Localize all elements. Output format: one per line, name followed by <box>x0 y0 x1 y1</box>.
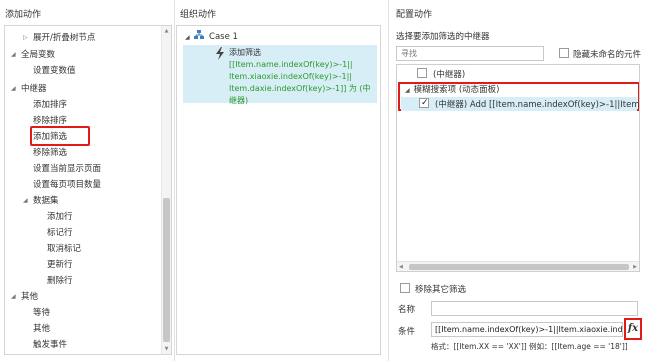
collapse-arrow-icon[interactable]: ◢ <box>11 290 16 304</box>
format-hint: 格式：[[Item.XX == 'XX']] 例如：[[Item.age == … <box>431 342 628 351</box>
action-text: 添加筛选 [[Item.name.indexOf(key)>-1|| Item.… <box>229 48 371 105</box>
action-list[interactable]: ◢ Case 1 添加筛选 [[Item.name.indexOf(key)>-… <box>176 25 381 355</box>
tree-item-add-sort[interactable]: 添加排序 <box>33 98 67 112</box>
collapse-arrow-icon[interactable]: ◢ <box>23 194 28 208</box>
tree-item-mark-row[interactable]: 标记行 <box>47 226 73 240</box>
tree-item-set-current-page[interactable]: 设置当前显示页面 <box>33 162 101 176</box>
collapse-arrow-icon[interactable]: ◢ <box>11 48 16 62</box>
tree-item-add-row[interactable]: 添加行 <box>47 210 73 224</box>
remove-other-filters-label: 移除其它筛选 <box>415 285 467 295</box>
lightning-icon <box>216 47 224 60</box>
tree-item-unmark[interactable]: 取消标记 <box>47 242 81 256</box>
tree-item-wait[interactable]: 等待 <box>33 306 50 320</box>
fx-button[interactable]: fx <box>624 318 642 340</box>
condition-field[interactable]: [[Item.name.indexOf(key)>-1||Item.xiaoxi… <box>431 322 623 337</box>
case-row[interactable]: ◢ Case 1 <box>185 30 238 44</box>
remove-other-filters-checkbox[interactable] <box>400 283 410 293</box>
collapse-arrow-icon[interactable]: ◢ <box>11 82 16 96</box>
scrollbar-thumb[interactable] <box>163 198 170 342</box>
action-tree[interactable]: ▷ 展开/折叠树节点 ◢ 全局变数 设置变数值 ◢ 中继器 添加排序 移除排序 … <box>4 25 172 355</box>
tree-group-other[interactable]: ◢ 其他 <box>11 290 38 304</box>
list-row-selected-repeater[interactable]: (中继器) Add [[Item.name.indexOf(key)>-1||I… <box>401 96 639 111</box>
add-filter-highlight <box>30 126 90 146</box>
hide-unnamed-label: 隐藏未命名的元件 <box>573 50 642 60</box>
repeater-checkbox[interactable] <box>417 68 427 78</box>
selected-repeater-checkbox[interactable] <box>419 96 429 110</box>
case-label: Case 1 <box>209 32 238 42</box>
action-item-add-filter[interactable]: 添加筛选 [[Item.name.indexOf(key)>-1|| Item.… <box>183 45 377 105</box>
tree-item-update-row[interactable]: 更新行 <box>47 258 73 272</box>
tree-item-expand-collapse[interactable]: ▷ 展开/折叠树节点 <box>23 31 95 45</box>
divider <box>174 0 175 361</box>
hide-unnamed-checkbox[interactable] <box>559 48 569 58</box>
tree-item-fire-event[interactable]: 触发事件 <box>33 338 67 352</box>
tree-item-remove-filter[interactable]: 移除筛选 <box>33 146 67 160</box>
scroll-left-icon[interactable]: ◀ <box>399 262 403 271</box>
action-prefix: 添加筛选 <box>229 48 261 57</box>
tree-group-global-variables[interactable]: ◢ 全局变数 <box>11 48 55 62</box>
configure-action-panel: 配置动作 选择要添加筛选的中继器 隐藏未命名的元件 (中继器) ◢模糊搜索项 (… <box>391 0 647 361</box>
hscrollbar-thumb[interactable] <box>409 264 629 270</box>
list-hscrollbar[interactable]: ◀ ▶ <box>397 261 639 271</box>
name-label: 名称 <box>398 305 416 315</box>
tree-scrollbar[interactable]: ▲ ▼ <box>161 26 171 354</box>
tree-item-set-items-per-page[interactable]: 设置每页项目数量 <box>33 178 101 192</box>
organize-action-panel: 组织动作 ◢ Case 1 添加筛选 [[Item.name.indexOf(k… <box>176 0 386 361</box>
tree-item-other[interactable]: 其他 <box>33 322 50 336</box>
collapse-arrow-icon[interactable]: ◢ <box>405 87 410 94</box>
search-input[interactable] <box>396 46 544 61</box>
tree-group-repeater[interactable]: ◢ 中继器 <box>11 82 47 96</box>
collapse-arrow-icon[interactable]: ◢ <box>185 34 190 41</box>
organize-action-title: 组织动作 <box>180 10 217 20</box>
scroll-up-icon[interactable]: ▲ <box>162 26 171 36</box>
select-repeater-label: 选择要添加筛选的中继器 <box>396 32 490 42</box>
scroll-down-icon[interactable]: ▼ <box>162 344 171 354</box>
list-row-repeater[interactable]: (中继器) <box>417 67 465 81</box>
add-action-panel: 添加动作 ▷ 展开/折叠树节点 ◢ 全局变数 设置变数值 ◢ 中继器 添加排序 … <box>0 0 172 361</box>
scroll-right-icon[interactable]: ▶ <box>633 262 637 271</box>
tree-item-set-variable[interactable]: 设置变数值 <box>33 64 76 78</box>
case-icon <box>194 30 205 39</box>
tree-group-dataset[interactable]: ◢ 数据集 <box>23 194 59 208</box>
list-group-dynamic-panel[interactable]: ◢ 模糊搜索项 (动态面板) <box>405 83 499 97</box>
expand-arrow-icon[interactable]: ▷ <box>23 31 28 45</box>
divider <box>388 0 389 361</box>
configure-action-title: 配置动作 <box>396 10 433 20</box>
name-field[interactable] <box>431 301 638 316</box>
tree-item-delete-row[interactable]: 删除行 <box>47 274 73 288</box>
condition-label: 条件 <box>398 327 416 337</box>
add-action-title: 添加动作 <box>5 10 42 20</box>
repeater-list[interactable]: (中继器) ◢模糊搜索项 (动态面板) (中继器) Add [[Item.nam… <box>396 64 640 272</box>
